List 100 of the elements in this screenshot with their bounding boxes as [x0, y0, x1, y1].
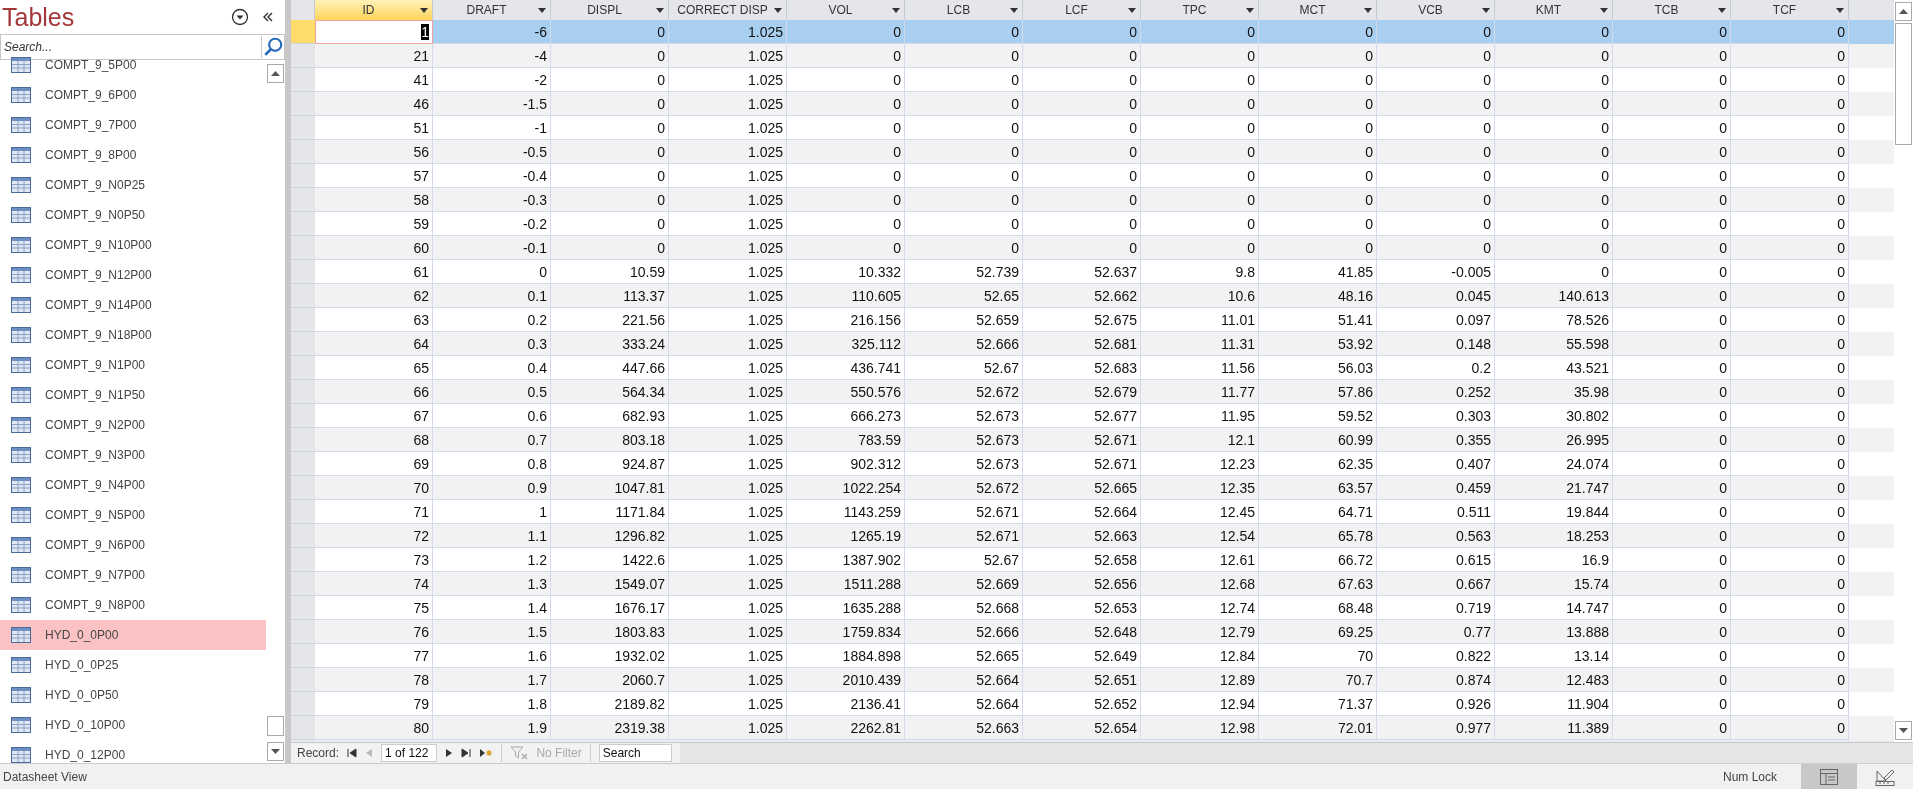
dropdown-arrow-icon[interactable] — [656, 8, 664, 13]
row-selector[interactable] — [291, 212, 315, 236]
scroll-up-button[interactable] — [267, 64, 284, 83]
dropdown-arrow-icon[interactable] — [420, 8, 428, 13]
table-list-item[interactable]: COMPT_9_N0P25 — [0, 170, 266, 200]
row-selector[interactable] — [291, 20, 315, 44]
row-selector[interactable] — [291, 548, 315, 572]
dropdown-arrow-icon[interactable] — [1600, 8, 1608, 13]
table-list-item[interactable]: COMPT_9_N10P00 — [0, 230, 266, 260]
dropdown-icon[interactable] — [231, 8, 249, 26]
table-list-item[interactable]: COMPT_9_N8P00 — [0, 590, 266, 620]
table-list-item[interactable]: COMPT_9_N3P00 — [0, 440, 266, 470]
dropdown-arrow-icon[interactable] — [538, 8, 546, 13]
table-list-item[interactable]: COMPT_9_N1P50 — [0, 380, 266, 410]
row-selector[interactable] — [291, 620, 315, 644]
table-list-item[interactable]: COMPT_9_N18P00 — [0, 320, 266, 350]
row-selector[interactable] — [291, 716, 315, 740]
dropdown-arrow-icon[interactable] — [892, 8, 900, 13]
scroll-up-button[interactable] — [1895, 2, 1912, 21]
row-selector[interactable] — [291, 692, 315, 716]
table-list-item[interactable]: COMPT_9_7P00 — [0, 110, 266, 140]
row-selector[interactable] — [291, 236, 315, 260]
horizontal-scrollbar[interactable] — [679, 743, 1913, 763]
table-list-item[interactable]: COMPT_9_N12P00 — [0, 260, 266, 290]
scrollbar-thumb[interactable] — [267, 716, 284, 736]
row-selector[interactable] — [291, 68, 315, 92]
table-list-item[interactable]: COMPT_9_N1P00 — [0, 350, 266, 380]
collapse-icon[interactable] — [261, 10, 275, 24]
table-icon — [11, 597, 31, 613]
table-cell: 1.025 — [669, 716, 787, 740]
dropdown-arrow-icon[interactable] — [1718, 8, 1726, 13]
dropdown-arrow-icon[interactable] — [1836, 8, 1844, 13]
new-record-icon[interactable] — [479, 748, 494, 758]
table-cell: 2262.81 — [787, 716, 905, 740]
table-cell: 2319.38 — [551, 716, 669, 740]
table-list-item[interactable]: COMPT_9_N4P00 — [0, 470, 266, 500]
row-selector[interactable] — [291, 452, 315, 476]
table-cell: 12.98 — [1141, 716, 1259, 740]
table-list-item[interactable]: COMPT_9_N14P00 — [0, 290, 266, 320]
row-selector[interactable] — [291, 524, 315, 548]
row-selector[interactable] — [291, 428, 315, 452]
row-selector[interactable] — [291, 332, 315, 356]
row-selector[interactable] — [291, 500, 315, 524]
table-list-item[interactable]: HYD_0_0P50 — [0, 680, 266, 710]
dropdown-arrow-icon[interactable] — [1128, 8, 1136, 13]
row-selector[interactable] — [291, 92, 315, 116]
scrollbar-thumb[interactable] — [1895, 23, 1912, 145]
table-icon — [11, 57, 31, 73]
dropdown-arrow-icon[interactable] — [1482, 8, 1490, 13]
row-selector[interactable] — [291, 284, 315, 308]
first-record-icon[interactable] — [347, 748, 358, 758]
row-selector[interactable] — [291, 116, 315, 140]
row-selector[interactable] — [291, 260, 315, 284]
row-selector[interactable] — [291, 356, 315, 380]
record-position-field[interactable]: 1 of 122 — [381, 744, 438, 762]
dropdown-arrow-icon[interactable] — [774, 8, 782, 13]
scroll-down-button[interactable] — [267, 742, 284, 761]
table-list-item[interactable]: HYD_0_0P00 — [0, 620, 266, 650]
table-list-item[interactable]: COMPT_9_8P00 — [0, 140, 266, 170]
table-list-item[interactable]: COMPT_9_N0P50 — [0, 200, 266, 230]
row-selector[interactable] — [291, 404, 315, 428]
table-list-item[interactable]: HYD_0_0P25 — [0, 650, 266, 680]
table-list-item[interactable]: HYD_0_10P00 — [0, 710, 266, 740]
table-cell: 1 — [315, 20, 433, 44]
dropdown-arrow-icon[interactable] — [1246, 8, 1254, 13]
table-icon — [11, 627, 31, 643]
row-selector[interactable] — [291, 476, 315, 500]
table-list-item[interactable]: COMPT_9_N6P00 — [0, 530, 266, 560]
datasheet-view-button[interactable] — [1801, 763, 1857, 789]
row-selector[interactable] — [291, 572, 315, 596]
previous-record-icon[interactable] — [365, 748, 374, 758]
row-selector[interactable] — [291, 44, 315, 68]
ruler-pencil-icon — [1875, 767, 1895, 786]
search-field[interactable]: Search... — [0, 34, 285, 60]
row-selector[interactable] — [291, 140, 315, 164]
table-list-item[interactable]: HYD_0_12P00 — [0, 740, 266, 763]
dropdown-arrow-icon[interactable] — [1364, 8, 1372, 13]
table-cell: 0 — [1613, 716, 1731, 740]
table-list-item[interactable]: COMPT_9_N2P00 — [0, 410, 266, 440]
table-icon — [11, 687, 31, 703]
search-field[interactable]: Search — [598, 744, 672, 762]
table-list-item[interactable]: COMPT_9_N7P00 — [0, 560, 266, 590]
scroll-down-button[interactable] — [1895, 721, 1912, 740]
row-selector[interactable] — [291, 668, 315, 692]
row-selector[interactable] — [291, 164, 315, 188]
row-selector[interactable] — [291, 644, 315, 668]
row-selector[interactable] — [291, 380, 315, 404]
table-list-item[interactable]: COMPT_9_N5P00 — [0, 500, 266, 530]
search-icon[interactable] — [261, 36, 284, 58]
column-header[interactable]: ID — [315, 0, 433, 20]
row-selector[interactable] — [291, 308, 315, 332]
dropdown-arrow-icon[interactable] — [1010, 8, 1018, 13]
table-icon — [11, 477, 31, 493]
last-record-icon[interactable] — [461, 748, 472, 758]
row-selector[interactable] — [291, 188, 315, 212]
table-list-item[interactable]: COMPT_9_6P00 — [0, 80, 266, 110]
table-cell: 1.9 — [433, 716, 551, 740]
row-selector[interactable] — [291, 596, 315, 620]
next-record-icon[interactable] — [445, 748, 454, 758]
table-icon — [11, 567, 31, 583]
